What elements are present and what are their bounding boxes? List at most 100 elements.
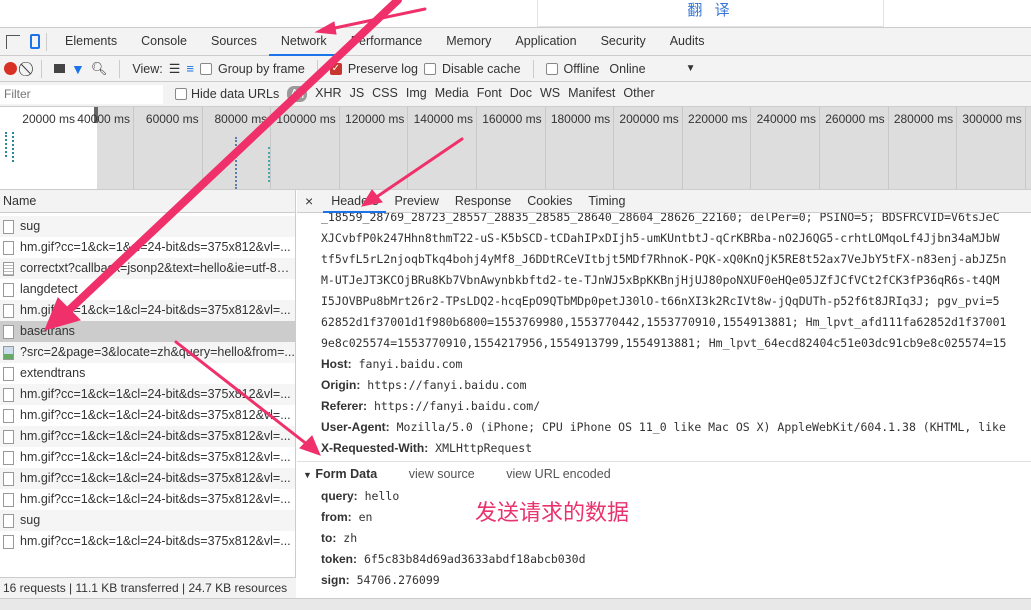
request-header-row: Host: fanyi.baidu.com [297, 354, 1031, 375]
inspect-element-icon[interactable] [6, 34, 20, 49]
cookie-value-line: 9e8c025574=1553770910,1554217956,1554913… [321, 336, 1007, 350]
overview-bar [235, 137, 237, 189]
request-row[interactable]: hm.gif?cc=1&ck=1&cl=24-bit&ds=375x812&vl… [0, 384, 295, 405]
filter-type-xhr[interactable]: XHR [315, 86, 341, 102]
overview-tick-label: 80000 ms [214, 112, 268, 126]
file-icon [3, 429, 14, 444]
request-row[interactable]: correctxt?callback=jsonp2&text=hello&ie=… [0, 258, 295, 279]
screenshot-icon[interactable] [54, 64, 65, 73]
filter-type-ws[interactable]: WS [540, 86, 560, 102]
overview-tick-label: 20000 ms [22, 112, 75, 126]
throttle-select[interactable]: Online [609, 62, 645, 76]
detail-tab-headers[interactable]: Headers [323, 190, 387, 213]
request-row[interactable]: hm.gif?cc=1&ck=1&cl=24-bit&ds=375x812&vl… [0, 300, 295, 321]
request-row[interactable]: extendtrans [0, 363, 295, 384]
detail-tab-timing[interactable]: Timing [580, 190, 633, 212]
request-row[interactable]: ?src=2&page=3&locate=zh&query=hello&from… [0, 342, 295, 363]
file-icon [3, 282, 14, 297]
tab-security[interactable]: Security [589, 28, 658, 55]
group-by-frame-checkbox[interactable] [199, 62, 212, 75]
request-row[interactable]: basetrans [0, 321, 295, 342]
overview-gridline [819, 107, 820, 189]
request-row[interactable]: hm.gif?cc=1&ck=1&cl=24-bit&ds=375x812&vl… [0, 489, 295, 510]
overview-tick-label: 240000 ms [756, 112, 816, 126]
tab-elements[interactable]: Elements [53, 28, 129, 55]
filter-type-css[interactable]: CSS [372, 86, 398, 102]
overview-tick-label: 280000 ms [893, 112, 954, 126]
detail-tab-preview[interactable]: Preview [386, 190, 446, 212]
tab-sources[interactable]: Sources [199, 28, 269, 55]
annotation-text: 发送请求的数据 [475, 501, 630, 526]
filter-bar: Hide data URLs All XHR JS CSS Img Media Font Do… [0, 82, 1031, 107]
view-source-link[interactable]: view source [409, 467, 475, 481]
request-row[interactable]: sug [0, 216, 295, 237]
image-file-icon [3, 345, 14, 360]
file-icon [3, 513, 14, 528]
tab-console[interactable]: Console [129, 28, 199, 55]
filter-icon[interactable]: ▼ [71, 61, 85, 77]
request-name: hm.gif?cc=1&ck=1&cl=24-bit&ds=375x812&vl… [20, 534, 291, 548]
view-url-encoded-link[interactable]: view URL encoded [506, 467, 610, 481]
search-icon[interactable]: 🔍︎ [91, 61, 108, 77]
overview-gridline [338, 107, 340, 189]
triangle-down-icon[interactable]: ▼ [303, 470, 312, 480]
name-column-header[interactable]: Name [0, 190, 295, 213]
tab-application[interactable]: Application [503, 28, 588, 55]
overview-gridline [407, 107, 409, 189]
preserve-log-checkbox[interactable]: ✓ [329, 62, 342, 75]
filter-type-all[interactable]: All [287, 86, 308, 102]
drawer-bar [0, 598, 1031, 610]
disable-cache-label: Disable cache [442, 61, 521, 76]
form-value: en [358, 510, 373, 524]
detail-tab-cookies[interactable]: Cookies [519, 190, 580, 212]
overview-gridline [476, 107, 477, 189]
request-header-row: Referer: https://fanyi.baidu.com/ [297, 396, 1031, 417]
network-overview[interactable]: 20000 ms 40000 ms 60000 ms 80000 ms 100000 m… [0, 107, 1031, 190]
request-row[interactable]: hm.gif?cc=1&ck=1&cl=24-bit&ds=375x812&vl… [0, 237, 295, 258]
detail-tab-response[interactable]: Response [447, 190, 519, 212]
form-data-title[interactable]: Form Data [315, 467, 377, 481]
overview-gridline [133, 107, 134, 189]
filter-type-js[interactable]: JS [350, 86, 365, 102]
filter-type-img[interactable]: Img [406, 86, 427, 102]
filter-type-media[interactable]: Media [435, 86, 469, 102]
header-value: XMLHttpRequest [435, 441, 533, 455]
request-row[interactable]: hm.gif?cc=1&ck=1&cl=24-bit&ds=375x812&vl… [0, 531, 295, 552]
request-name: correctxt?callback=jsonp2&text=hello&ie=… [20, 261, 295, 275]
record-icon[interactable] [4, 62, 17, 75]
request-row[interactable]: sug [0, 510, 295, 531]
filter-type-other[interactable]: Other [623, 86, 654, 102]
file-icon [3, 324, 14, 339]
request-row[interactable]: hm.gif?cc=1&ck=1&cl=24-bit&ds=375x812&vl… [0, 405, 295, 426]
overview-tick-label: 40000 ms [77, 112, 130, 126]
tab-network[interactable]: Network [268, 28, 339, 56]
request-row[interactable]: hm.gif?cc=1&ck=1&cl=24-bit&ds=375x812&vl… [0, 468, 295, 489]
devtools-tabbar: Elements Console Sources Network Performance… [0, 27, 1031, 56]
translate-button[interactable]: 翻 译 [537, 0, 884, 27]
request-row[interactable]: hm.gif?cc=1&ck=1&cl=24-bit&ds=375x812&vl… [0, 447, 295, 468]
offline-checkbox[interactable] [545, 62, 558, 75]
request-header-row: Origin: https://fanyi.baidu.com [297, 375, 1031, 396]
document-file-icon [3, 261, 14, 276]
filter-input[interactable] [0, 84, 163, 104]
request-row[interactable]: langdetect [0, 279, 295, 300]
cookie-value-line: _18559_28769_28723_28557_28835_28585_286… [321, 213, 1000, 224]
hide-data-urls-checkbox[interactable] [175, 88, 187, 100]
filter-type-doc[interactable]: Doc [510, 86, 532, 102]
tab-performance[interactable]: Performance [339, 28, 435, 55]
request-name: extendtrans [20, 366, 86, 380]
waterfall-view-icon[interactable]: ≡ [186, 61, 194, 76]
close-icon[interactable]: × [297, 193, 323, 209]
filter-type-manifest[interactable]: Manifest [568, 86, 615, 102]
request-row[interactable]: hm.gif?cc=1&ck=1&cl=24-bit&ds=375x812&vl… [0, 426, 295, 447]
chevron-down-icon[interactable]: ▼ [686, 63, 696, 74]
cookie-value-line: tf5vfL5rL2njoqbTkq4bohj4yMf8_J6DDtRCeVIt… [321, 252, 1007, 266]
filter-type-font[interactable]: Font [477, 86, 502, 102]
tab-audits[interactable]: Audits [658, 28, 717, 55]
disable-cache-checkbox[interactable] [424, 62, 436, 75]
list-view-icon[interactable]: ☰ [169, 61, 181, 77]
divider [46, 32, 47, 51]
overview-gridline [887, 107, 889, 189]
tab-memory[interactable]: Memory [434, 28, 503, 55]
device-toolbar-icon[interactable] [30, 34, 40, 49]
